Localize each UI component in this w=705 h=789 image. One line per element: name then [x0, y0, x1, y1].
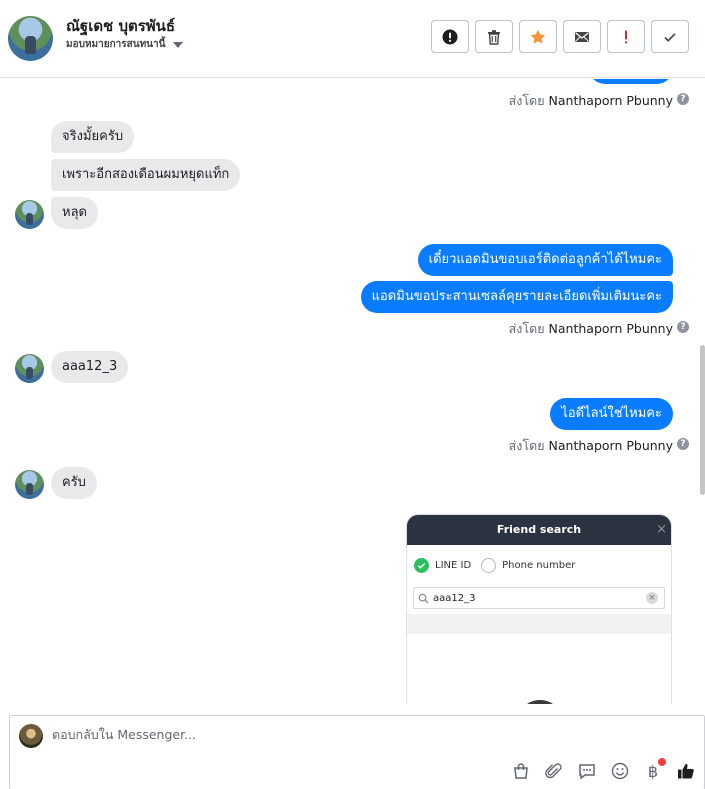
- caret-down-icon: [173, 41, 184, 48]
- exclamation-mark-icon: [625, 30, 627, 43]
- result-avatar: [521, 700, 559, 704]
- incoming-message[interactable]: aaa12_3: [51, 351, 129, 383]
- checked-radio-icon: [414, 557, 429, 573]
- sender-name: Nanthaporn Pbunny: [548, 438, 673, 453]
- help-icon[interactable]: ?: [677, 93, 689, 105]
- option-phone: Phone number: [481, 557, 576, 573]
- contact-name[interactable]: ณัฐเดช บุตรพันธ์: [66, 14, 175, 38]
- conversation-header: ณัฐเดช บุตรพันธ์ มอบหมายการสนทนานี้: [0, 0, 705, 78]
- incoming-message[interactable]: หลุด: [51, 197, 98, 229]
- checkmark-icon: [664, 32, 676, 42]
- shared-image-attachment[interactable]: Friend search × LINE ID Phone number aaa…: [406, 514, 672, 704]
- incoming-message[interactable]: จริงมั้ยครับ: [51, 121, 135, 153]
- mark-unread-button[interactable]: [563, 20, 601, 53]
- contact-avatar-small[interactable]: [15, 200, 44, 229]
- message-thread[interactable]: ส่งโดย Nanthaporn Pbunny ? จริงมั้ยครับ …: [0, 79, 705, 704]
- search-type-options: LINE ID Phone number: [407, 545, 671, 585]
- inbox-conversation-window: ณัฐเดช บุตรพันธ์ มอบหมายการสนทนานี้ ส่งโ…: [0, 0, 705, 789]
- saved-replies-button[interactable]: [577, 761, 597, 781]
- friend-search-value: aaa12_3: [433, 592, 476, 604]
- friend-search-title: Friend search: [496, 523, 582, 536]
- emoji-icon: [611, 762, 629, 780]
- star-icon: [530, 29, 546, 44]
- emoji-button[interactable]: [610, 761, 630, 781]
- close-icon: ×: [656, 522, 667, 537]
- option-line-id: LINE ID: [414, 557, 472, 573]
- sent-by-label: ส่งโดย Nanthaporn Pbunny: [508, 321, 673, 336]
- sender-name: Nanthaporn Pbunny: [548, 321, 673, 336]
- baht-icon: ฿: [647, 761, 659, 781]
- search-icon: [418, 593, 429, 604]
- delete-button[interactable]: [475, 20, 513, 53]
- payment-button[interactable]: ฿: [643, 758, 666, 781]
- option-line-id-label: LINE ID: [435, 559, 472, 571]
- shopping-bag-icon: [514, 763, 528, 779]
- assign-label: มอบหมายการสนทนานี้: [66, 39, 166, 50]
- like-button[interactable]: [676, 761, 696, 781]
- sent-by-label: ส่งโดย Nanthaporn Pbunny: [508, 93, 673, 108]
- outgoing-message[interactable]: ไอดีไลน์ใช่ไหมคะ: [550, 398, 673, 430]
- sent-by-label: ส่งโดย Nanthaporn Pbunny: [508, 438, 673, 453]
- header-actions: [431, 20, 689, 53]
- saved-reply-icon: [579, 764, 595, 780]
- unchecked-radio-icon: [481, 557, 497, 573]
- outgoing-message[interactable]: แอดมินขอประสานเซลล์คุยรายละเอียดเพิ่มเติ…: [360, 281, 673, 313]
- notification-dot: [658, 758, 666, 766]
- result-divider: [407, 614, 671, 634]
- contact-avatar-small[interactable]: [15, 354, 44, 383]
- incoming-message[interactable]: เพราะอีกสองเดือนผมหยุดแท็ก: [51, 159, 241, 191]
- envelope-icon: [575, 31, 589, 42]
- reply-composer: ฿: [9, 715, 705, 789]
- reply-input[interactable]: [52, 727, 612, 742]
- contact-avatar-small[interactable]: [15, 470, 44, 499]
- clear-icon: ×: [646, 592, 658, 604]
- attach-file-button[interactable]: [544, 761, 564, 781]
- help-icon[interactable]: ?: [677, 321, 689, 333]
- friend-search-titlebar: Friend search ×: [407, 515, 671, 545]
- assign-conversation-dropdown[interactable]: มอบหมายการสนทนานี้: [66, 37, 184, 52]
- follow-up-button[interactable]: [607, 20, 645, 53]
- thread-scrollbar[interactable]: [700, 345, 705, 495]
- like-icon: [678, 763, 694, 779]
- paperclip-icon: [545, 763, 562, 779]
- option-phone-label: Phone number: [502, 559, 576, 571]
- sender-name: Nanthaporn Pbunny: [548, 93, 673, 108]
- mark-done-button[interactable]: [651, 20, 689, 53]
- star-button[interactable]: [519, 20, 557, 53]
- composer-tools: ฿: [511, 758, 696, 781]
- trash-icon: [488, 29, 500, 45]
- incoming-message[interactable]: ครับ: [51, 467, 97, 499]
- outgoing-message[interactable]: เดี๋ยวแอดมินขอบเอร์ติดต่อลูกค้าได้ไหมคะ: [417, 244, 673, 276]
- shopping-bag-button[interactable]: [511, 761, 531, 781]
- spam-button[interactable]: [431, 20, 469, 53]
- exclamation-circle-icon: [442, 29, 458, 44]
- friend-search-field: aaa12_3 ×: [413, 587, 665, 609]
- contact-avatar[interactable]: [8, 16, 53, 61]
- outgoing-message-partial[interactable]: [589, 79, 673, 84]
- page-avatar: [19, 724, 43, 748]
- help-icon[interactable]: ?: [677, 438, 689, 450]
